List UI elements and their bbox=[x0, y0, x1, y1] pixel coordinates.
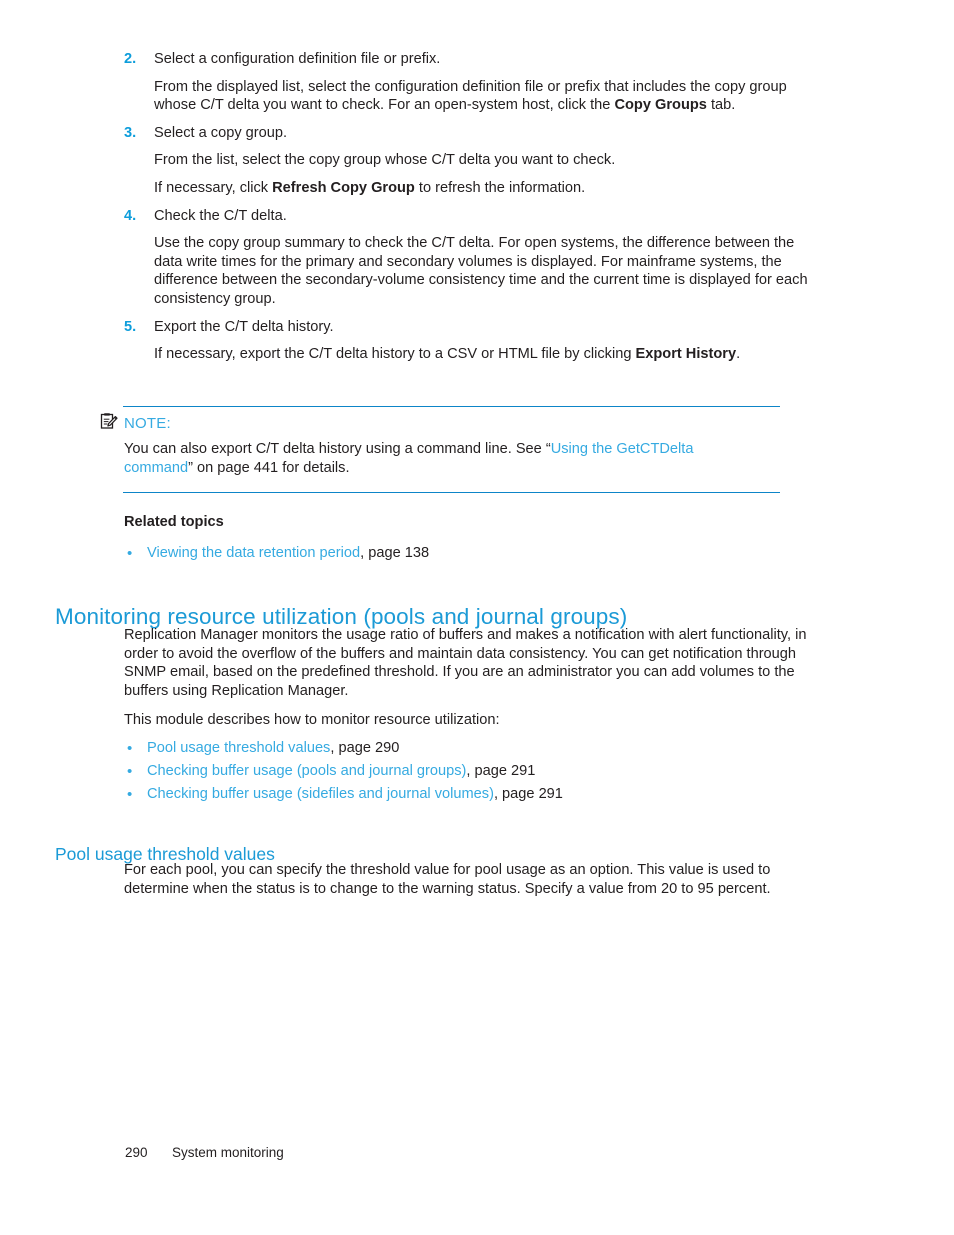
step-paragraph: From the list, select the copy group who… bbox=[154, 151, 814, 170]
list-item: • Pool usage threshold values, page 290 bbox=[124, 737, 824, 760]
footer-chapter-name: System monitoring bbox=[172, 1145, 284, 1160]
text-run: You can also export C/T delta history us… bbox=[124, 441, 551, 457]
step-title: Check the C/T delta. bbox=[154, 207, 287, 224]
text-run: From the list, select the copy group who… bbox=[154, 152, 616, 169]
note-bottom-rule bbox=[123, 492, 780, 494]
module-intro-paragraph: This module describes how to monitor res… bbox=[124, 712, 500, 728]
cross-reference-link[interactable]: Viewing the data retention period bbox=[147, 545, 360, 561]
bold-term: Copy Groups bbox=[614, 97, 707, 114]
list-item-text: Pool usage threshold values, page 290 bbox=[147, 737, 824, 760]
bold-term: Refresh Copy Group bbox=[272, 179, 415, 196]
text-run: tab. bbox=[706, 97, 736, 114]
text-run: ” on page 441 for details. bbox=[188, 459, 350, 476]
bullet-icon: • bbox=[127, 740, 133, 757]
step-paragraph: If necessary, export the C/T delta histo… bbox=[154, 345, 814, 364]
related-topics-heading: Related topics bbox=[124, 514, 224, 530]
note-text: You can also export C/T delta history us… bbox=[124, 440, 764, 477]
step-paragraph: From the displayed list, select the conf… bbox=[154, 78, 814, 115]
list-item-text: Viewing the data retention period, page … bbox=[147, 542, 824, 565]
text-run: If necessary, export the C/T delta histo… bbox=[154, 346, 636, 363]
text-run: Use the copy group summary to check the … bbox=[154, 235, 808, 307]
module-topics-list: • Pool usage threshold values, page 290 • C… bbox=[124, 737, 824, 806]
text-run: to refresh the information. bbox=[414, 179, 586, 196]
text-run: If necessary, click bbox=[154, 179, 273, 196]
text-run: . bbox=[736, 346, 741, 363]
bullet-icon: • bbox=[127, 545, 133, 562]
procedure-step: 3. Select a copy group. bbox=[124, 124, 814, 143]
related-topics-list: • Viewing the data retention period, page… bbox=[124, 542, 824, 565]
page-reference: , page 138 bbox=[360, 545, 430, 561]
step-title: Export the C/T delta history. bbox=[154, 318, 334, 335]
cross-reference-link[interactable]: Checking buffer usage (sidefiles and jou… bbox=[147, 786, 494, 802]
section-intro-paragraph: Replication Manager monitors the usage r… bbox=[124, 627, 807, 699]
note-clipboard-pencil-icon bbox=[100, 412, 118, 430]
page-reference: , page 290 bbox=[330, 740, 400, 756]
bold-term: Export History bbox=[635, 346, 737, 363]
step-paragraph: If necessary, click Refresh Copy Group t… bbox=[154, 179, 814, 198]
step-number: 5. bbox=[124, 318, 137, 335]
footer-page-number: 290 bbox=[125, 1145, 148, 1160]
list-item: • Checking buffer usage (sidefiles and jo… bbox=[124, 783, 824, 806]
step-paragraph: Use the copy group summary to check the … bbox=[154, 234, 814, 308]
page-footer: 290 System monitoring bbox=[125, 1145, 284, 1160]
step-number: 3. bbox=[124, 124, 137, 141]
note-top-rule bbox=[123, 406, 780, 408]
list-item-text: Checking buffer usage (pools and journal… bbox=[147, 760, 824, 783]
cross-reference-link[interactable]: Checking buffer usage (pools and journal… bbox=[147, 763, 466, 779]
subsection-paragraph: For each pool, you can specify the thres… bbox=[124, 862, 771, 897]
bullet-icon: • bbox=[127, 786, 133, 803]
procedure-step: 4. Check the C/T delta. bbox=[124, 207, 814, 226]
list-item: • Viewing the data retention period, page… bbox=[124, 542, 824, 565]
procedure-steps-list: 2. Select a configuration definition file… bbox=[124, 50, 814, 364]
procedure-step: 5. Export the C/T delta history. bbox=[124, 318, 814, 337]
cross-reference-link[interactable]: Pool usage threshold values bbox=[147, 740, 330, 756]
procedure-step: 2. Select a configuration definition file… bbox=[124, 50, 814, 69]
document-page: 2. Select a configuration definition file… bbox=[0, 0, 954, 1235]
list-item: • Checking buffer usage (pools and journa… bbox=[124, 760, 824, 783]
list-item-text: Checking buffer usage (sidefiles and jou… bbox=[147, 783, 824, 806]
page-reference: , page 291 bbox=[466, 763, 536, 779]
page-reference: , page 291 bbox=[493, 786, 563, 802]
note-title: NOTE: bbox=[124, 415, 171, 432]
step-title: Select a copy group. bbox=[154, 124, 288, 141]
step-number: 2. bbox=[124, 51, 137, 67]
step-number: 4. bbox=[124, 207, 137, 224]
bullet-icon: • bbox=[127, 763, 133, 780]
step-title: Select a configuration definition file o… bbox=[154, 51, 441, 67]
